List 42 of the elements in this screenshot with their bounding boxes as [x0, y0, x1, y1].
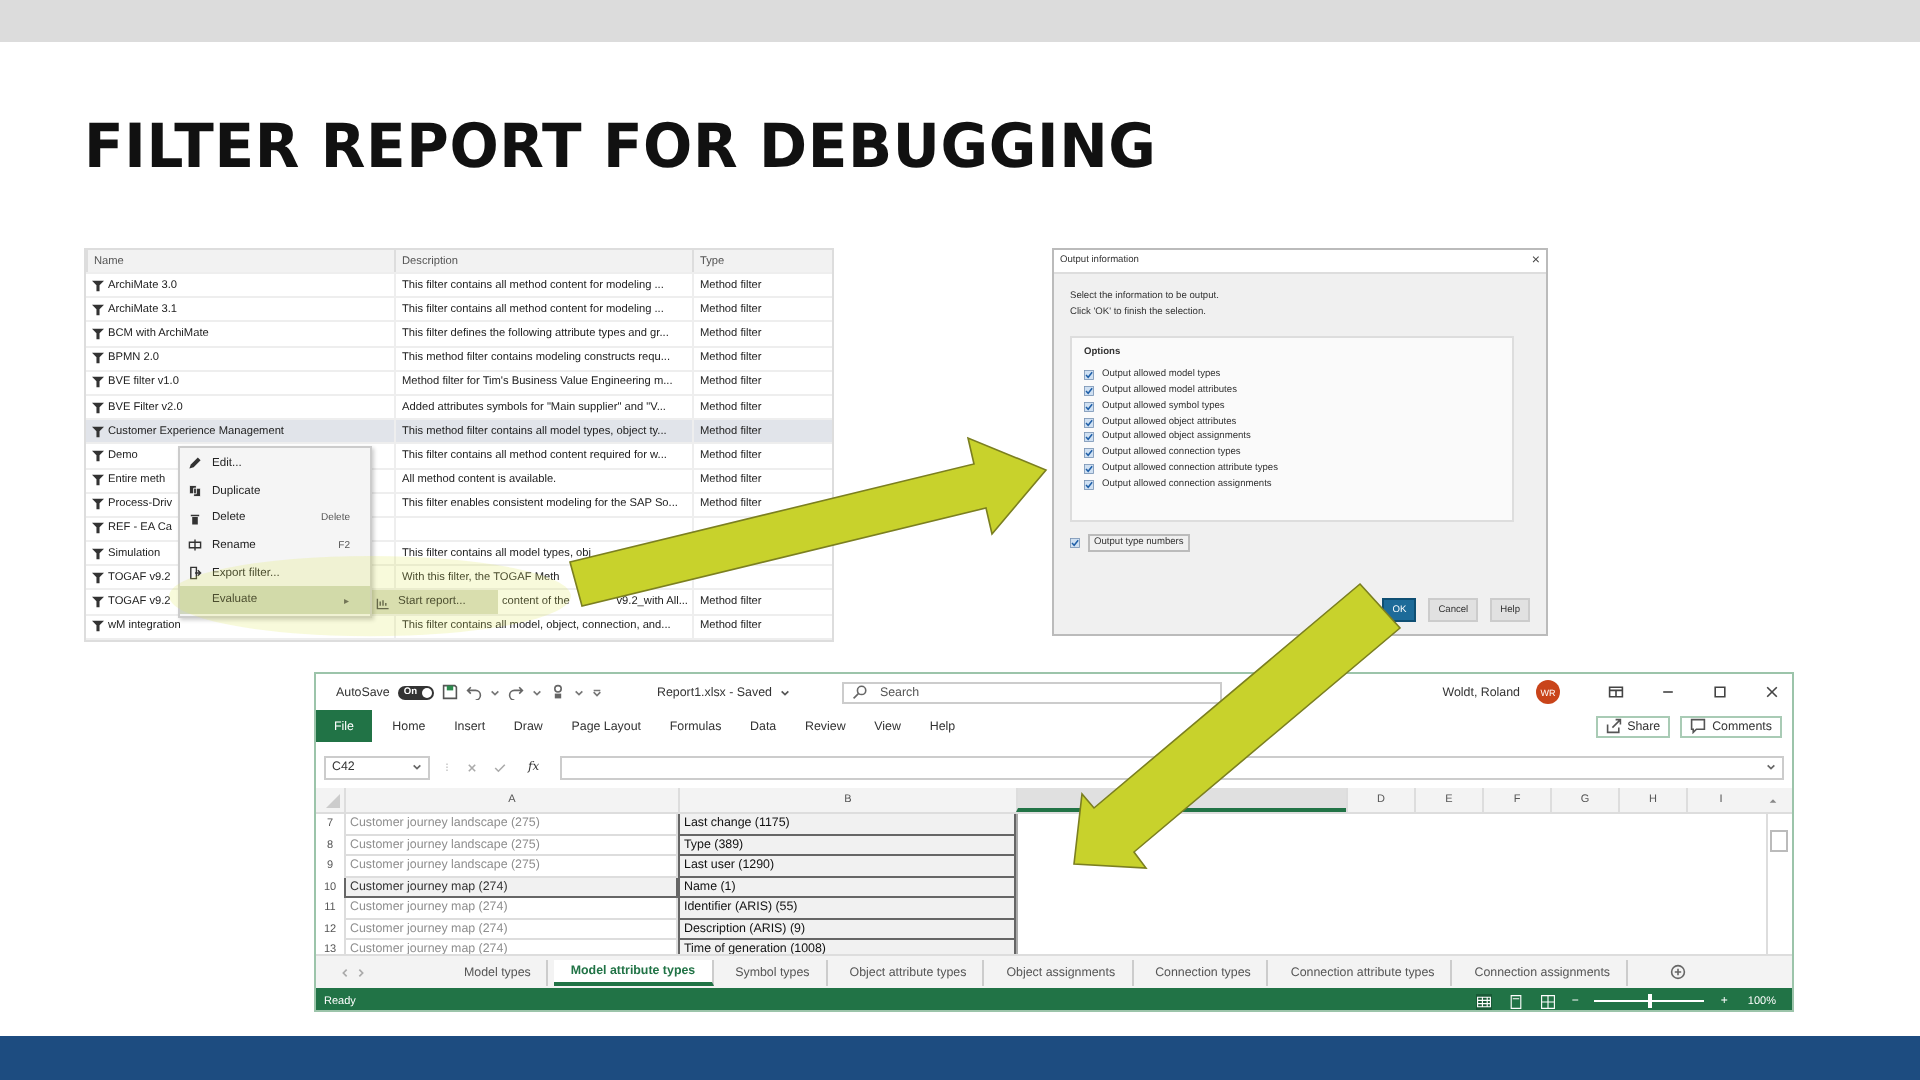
maximize-icon[interactable]: [1712, 684, 1728, 700]
page-break-icon[interactable]: [1539, 993, 1556, 1009]
trash-icon: [188, 511, 202, 526]
checkbox[interactable]: [1084, 401, 1094, 412]
checkbox[interactable]: [1084, 432, 1094, 443]
checkbox[interactable]: [1084, 448, 1094, 459]
expand-icon[interactable]: [1766, 762, 1776, 772]
slider-thumb[interactable]: [1647, 994, 1652, 1008]
checkbox[interactable]: [1084, 385, 1094, 396]
checkbox[interactable]: [1084, 480, 1094, 491]
caret-icon[interactable]: [573, 687, 584, 697]
search-icon: [851, 684, 868, 700]
caret-icon[interactable]: [779, 687, 790, 697]
vertical-scrollbar[interactable]: [1766, 814, 1788, 954]
slide-title: FILTER REPORT FOR DEBUGGING: [84, 110, 1157, 182]
caret-icon: [412, 762, 422, 772]
caret-icon[interactable]: [531, 687, 542, 697]
checkbox[interactable]: [1084, 417, 1094, 428]
chart-icon: [376, 595, 390, 610]
redo-icon[interactable]: [507, 684, 524, 700]
checkbox[interactable]: [1070, 538, 1080, 548]
pencil-icon: [188, 456, 202, 471]
share-icon: [1605, 718, 1622, 734]
ribbon-display-icon[interactable]: [1608, 684, 1624, 700]
copy-icon: [188, 484, 202, 499]
save-icon[interactable]: [441, 684, 458, 700]
customize-icon[interactable]: [591, 687, 602, 697]
caret-icon[interactable]: [489, 687, 500, 697]
add-sheet-icon[interactable]: [1670, 964, 1687, 980]
close-icon[interactable]: [1764, 684, 1780, 700]
page-layout-icon[interactable]: [1507, 993, 1524, 1009]
undo-icon[interactable]: [465, 684, 482, 700]
touch-icon[interactable]: [549, 684, 566, 700]
check-icon[interactable]: [492, 759, 508, 775]
rename-icon: [188, 538, 202, 553]
scroll-up-icon[interactable]: [1767, 795, 1777, 805]
checkbox[interactable]: [1084, 369, 1094, 380]
checkbox[interactable]: [1084, 464, 1094, 475]
export-icon: [188, 566, 202, 581]
normal-view-icon[interactable]: [1475, 993, 1492, 1009]
comment-icon: [1690, 718, 1707, 734]
formula-field[interactable]: [559, 755, 1784, 779]
